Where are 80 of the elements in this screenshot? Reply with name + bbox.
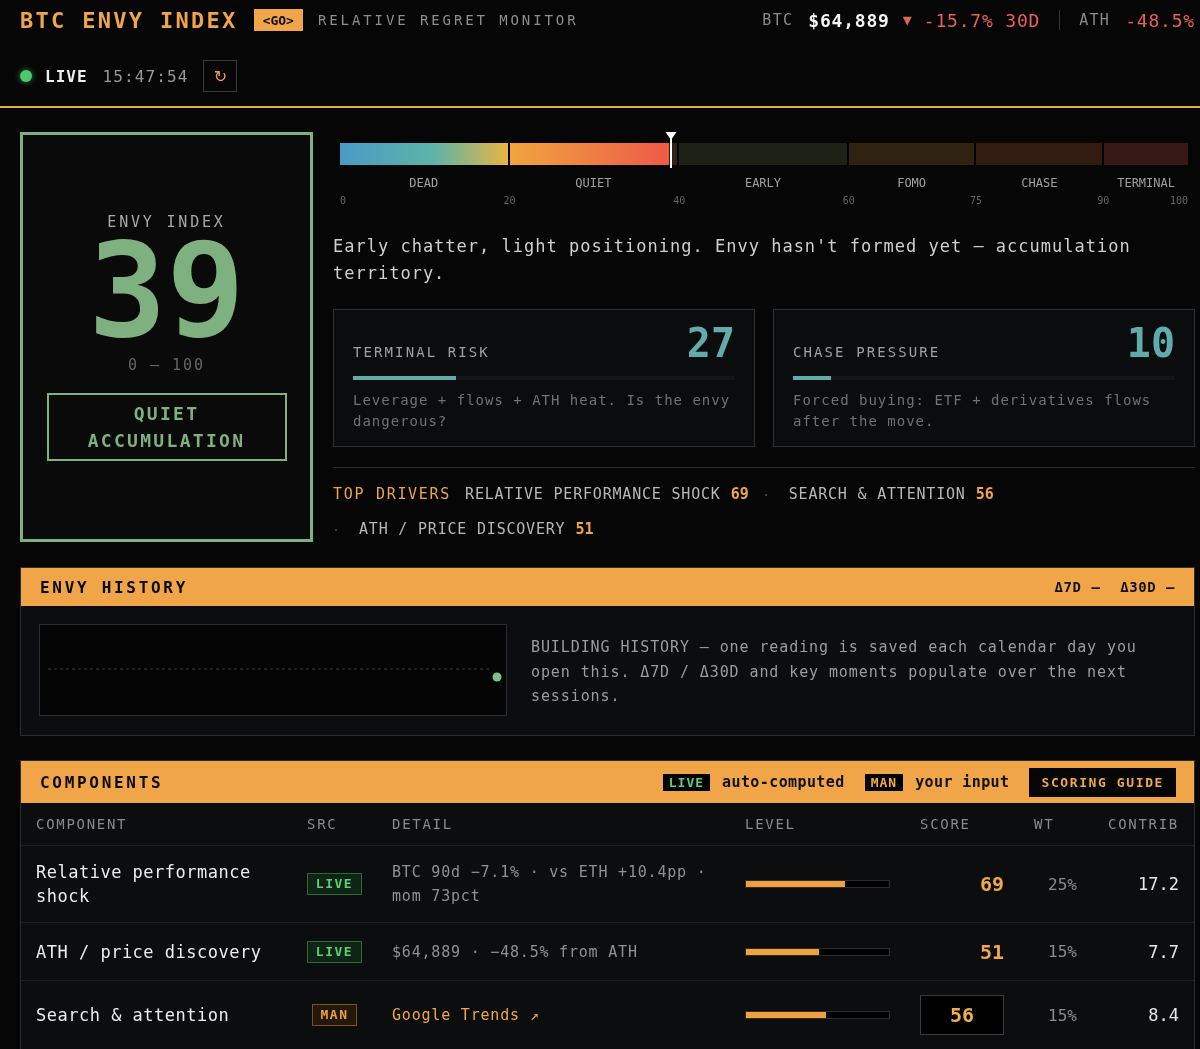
down-triangle-icon: ▼ (902, 11, 912, 29)
scale-tick: 0 (340, 195, 347, 207)
components-title: COMPONENTS (40, 772, 164, 792)
contrib-value: 7.7 (1148, 941, 1179, 962)
index-range: 0 — 100 (127, 356, 206, 374)
history-note: BUILDING HISTORY — one reading is saved each calendar day you open this. Δ7D / Δ30D and key moments populate over the next sessions. (531, 637, 1138, 707)
driver-name: SEARCH & ATTENTION (788, 484, 966, 505)
index-value: 39 (88, 236, 245, 346)
legend-badge: MAN (864, 773, 904, 791)
column-header: LEVEL (745, 816, 796, 832)
delta-label: Δ30D (1120, 579, 1157, 595)
scoring-guide-button[interactable]: SCORING GUIDE (1029, 767, 1176, 797)
delta-label: Δ7D (1054, 579, 1082, 595)
column-header: DETAIL (392, 816, 453, 832)
zone-label: EARLY (744, 175, 782, 191)
scale-tick: 60 (842, 195, 855, 207)
app-title: BTC ENVY INDEX (20, 7, 238, 33)
weight-value: 15% (1048, 942, 1077, 961)
weight-value: 25% (1048, 874, 1077, 894)
component-name: Search & attention (36, 1004, 230, 1027)
zone-label: FOMO (897, 175, 927, 191)
history-title: ENVY HISTORY (40, 577, 188, 597)
ath-label: ATH (1079, 11, 1111, 29)
driver-score: 69 (730, 484, 749, 505)
legend-text: your input (915, 773, 1010, 791)
detail-link[interactable]: Google Trends ↗ (392, 1003, 540, 1027)
driver-name: ATH / PRICE DISCOVERY (359, 519, 566, 540)
zone-label: QUIET (575, 175, 612, 191)
column-header: WT (1034, 816, 1055, 832)
zone-label: DEAD (409, 175, 439, 191)
zone-label: TERMINAL (1117, 175, 1175, 191)
drivers-label: TOP DRIVERS (333, 484, 452, 505)
ticker-price: $64,889 (808, 9, 890, 31)
summary-text: Early chatter, light positioning. Envy hasn't formed yet — accumulation territory. (333, 235, 1132, 285)
delta-value: — (1166, 579, 1175, 595)
live-label: LIVE (45, 66, 88, 86)
card-value: 10 (1126, 321, 1175, 365)
detail-text: $64,889 · −48.5% from ATH (392, 941, 638, 963)
column-header: COMPONENT (36, 816, 128, 832)
ticker-symbol: BTC (762, 11, 794, 29)
scale-tick: 20 (503, 195, 516, 207)
score-value: 51 (979, 939, 1004, 964)
card-description: Leverage + flows + ATH heat. Is the envy dangerous? (353, 391, 732, 431)
contrib-value: 17.2 (1138, 874, 1179, 894)
card-description: Forced buying: ETF + derivatives flows after the move. (793, 391, 1153, 431)
column-header: SRC (307, 816, 338, 832)
weight-value: 15% (1048, 1005, 1077, 1025)
column-header: CONTRIB (1108, 816, 1179, 832)
scale-tick: 40 (673, 195, 686, 207)
zone-label: CHASE (1021, 175, 1058, 191)
scale-tick: 75 (970, 195, 982, 207)
score-value: 69 (979, 872, 1004, 896)
driver-score: 56 (975, 484, 994, 505)
refresh-button[interactable]: ↻ (203, 60, 238, 92)
driver-score: 51 (575, 519, 594, 540)
delta-value: — (1091, 579, 1101, 595)
clock-time: 15:47:54 (102, 66, 189, 86)
ath-change: -48.5% (1125, 9, 1195, 31)
card-value: 27 (686, 321, 735, 365)
legend-text: auto-computed (722, 773, 845, 791)
card-title: CHASE PRESSURE (793, 344, 941, 360)
source-badge: LIVE (306, 940, 363, 963)
scale-tick: 90 (1097, 195, 1110, 207)
app-subtitle: RELATIVE REGRET MONITOR (317, 12, 579, 28)
go-button[interactable]: <GO> (253, 9, 303, 31)
contrib-value: 8.4 (1148, 1005, 1179, 1025)
score-input[interactable]: 56 (920, 995, 1004, 1035)
source-badge: MAN (311, 1004, 358, 1026)
component-name: ATH / price discovery (36, 940, 262, 964)
component-name: Relative performance shock (36, 861, 252, 908)
column-header: SCORE (920, 816, 971, 832)
price-change: -15.7% 30D (923, 9, 1041, 31)
regime-tag: QUIET ACCUMULATION (46, 393, 287, 461)
card-title: TERMINAL RISK (353, 344, 490, 360)
detail-text: BTC 90d −7.1% · vs ETH +10.4pp · mom 73pct (392, 862, 708, 907)
legend-badge: LIVE (662, 773, 711, 791)
driver-name: RELATIVE PERFORMANCE SHOCK (465, 484, 721, 505)
source-badge: LIVE (306, 873, 363, 895)
scale-tick: 100 (1169, 195, 1188, 207)
index-label: ENVY INDEX (107, 213, 226, 231)
